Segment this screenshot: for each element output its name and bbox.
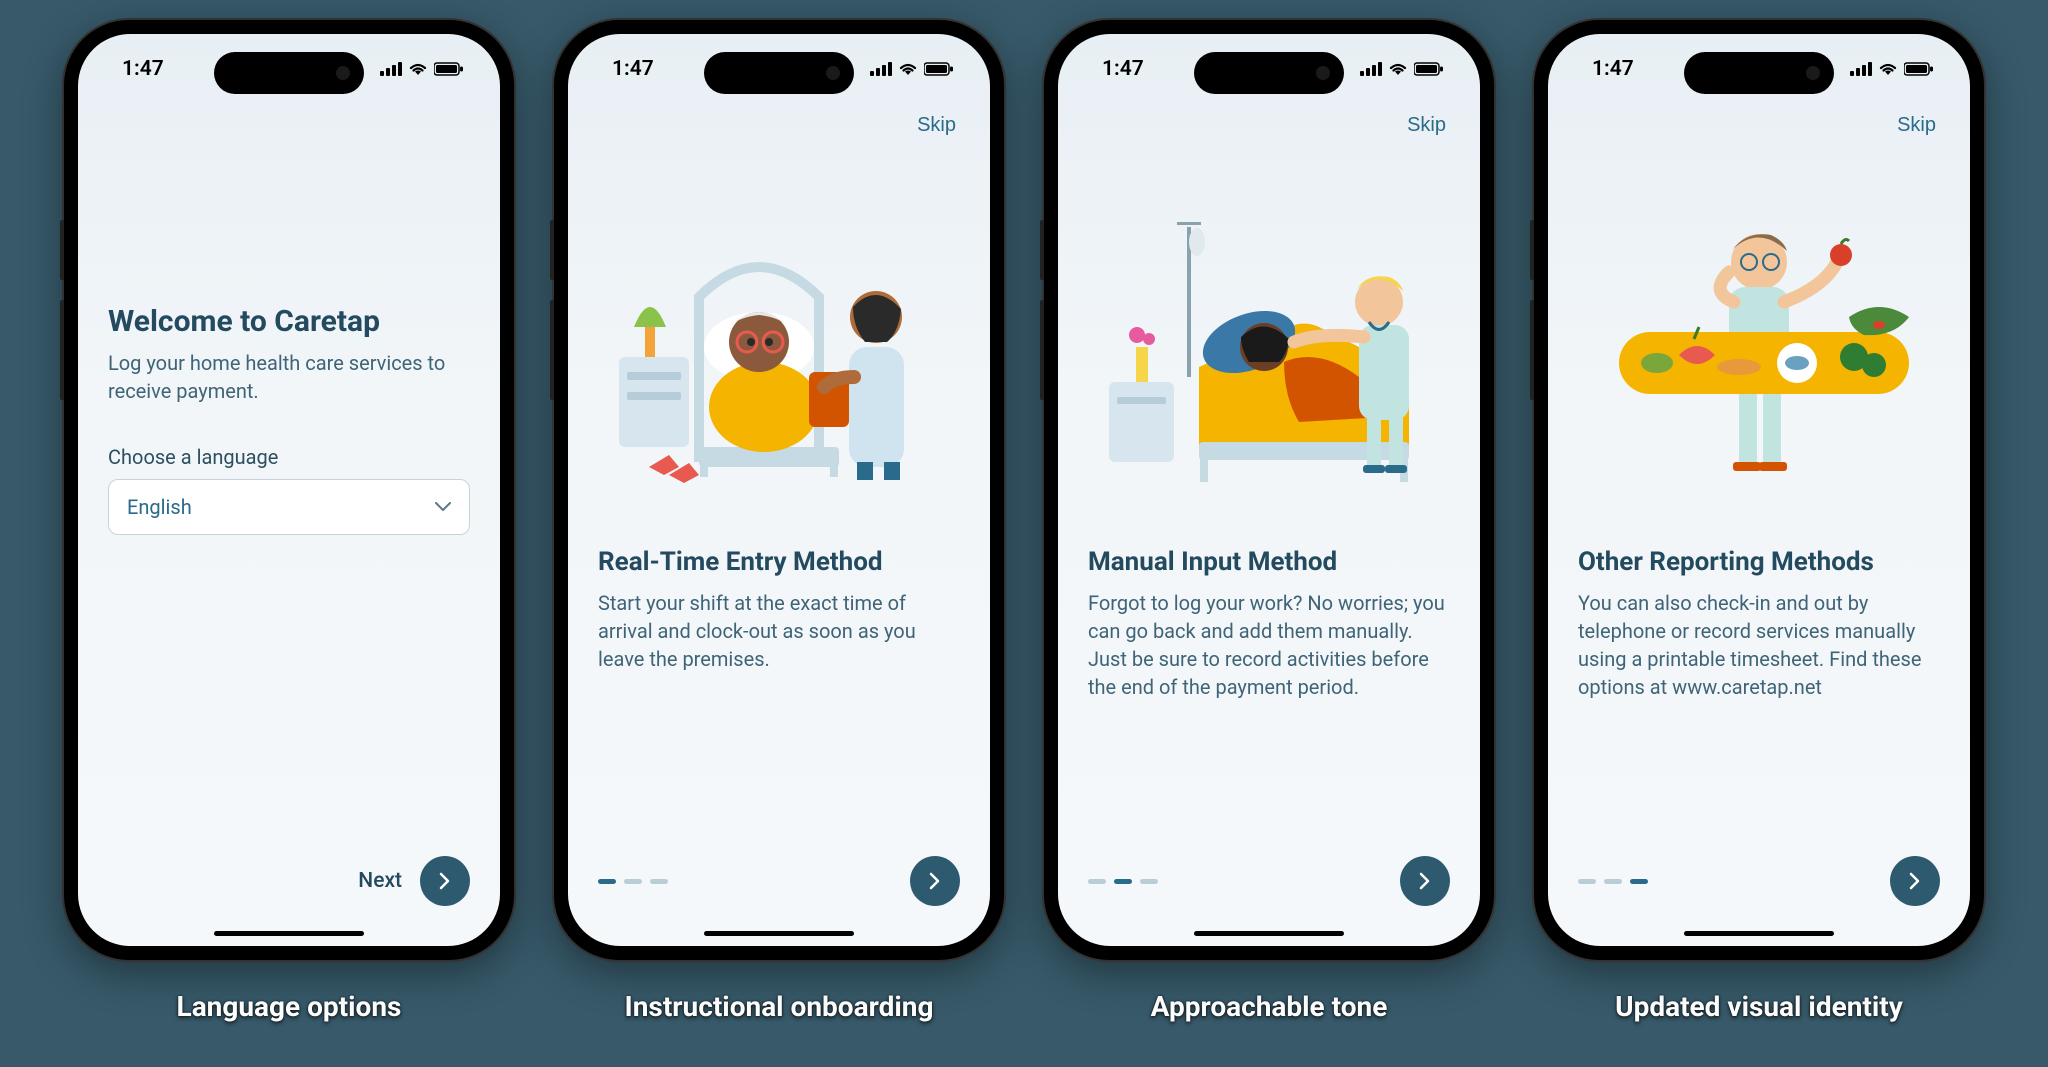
battery-icon (1414, 62, 1444, 76)
chevron-right-icon (1909, 872, 1921, 890)
status-time: 1:47 (612, 57, 654, 81)
phone-frame: 1:47 Skip (554, 20, 1004, 960)
patient-exam-illustration-icon (1089, 187, 1449, 487)
page-dots (598, 879, 668, 884)
page-dots (1578, 879, 1648, 884)
next-button[interactable] (910, 856, 960, 906)
chevron-right-icon (929, 872, 941, 890)
dynamic-island (1684, 52, 1834, 94)
status-icons (870, 62, 954, 76)
status-time: 1:47 (1102, 57, 1144, 81)
screen-welcome: 1:47 Welcome to Caretap Log your home he… (78, 34, 500, 946)
welcome-body: Log your home health care services to re… (108, 349, 470, 405)
dynamic-island (214, 52, 364, 94)
wifi-icon (408, 62, 428, 76)
next-button[interactable] (1400, 856, 1450, 906)
status-icons (1360, 62, 1444, 76)
footer (1578, 856, 1940, 906)
nutrition-tray-illustration-icon (1579, 177, 1939, 497)
onboarding-illustration (1088, 157, 1450, 517)
home-indicator (214, 931, 364, 936)
dynamic-island (704, 52, 854, 94)
status-time: 1:47 (122, 57, 164, 81)
phone-frame: 1:47 Welcome to Caretap Log your home he… (64, 20, 514, 960)
phones-row: 1:47 Welcome to Caretap Log your home he… (64, 20, 1984, 960)
screen-realtime: 1:47 Skip (568, 34, 990, 946)
caption: Approachable tone (1044, 990, 1494, 1023)
page-dot (1604, 879, 1622, 884)
phone-frame: 1:47 Skip (1044, 20, 1494, 960)
next-label: Next (358, 869, 402, 893)
home-indicator (1194, 931, 1344, 936)
onboarding-illustration (1578, 157, 1940, 517)
footer (598, 856, 960, 906)
skip-row: Skip (598, 104, 960, 137)
home-indicator (704, 931, 854, 936)
dynamic-island (1194, 52, 1344, 94)
status-icons (1850, 62, 1934, 76)
welcome-block: Welcome to Caretap Log your home health … (108, 304, 470, 535)
caption: Updated visual identity (1534, 990, 1984, 1023)
phone-frame: 1:47 Skip (1534, 20, 1984, 960)
wifi-icon (898, 62, 918, 76)
skip-button[interactable]: Skip (1407, 114, 1446, 137)
choose-language-label: Choose a language (108, 445, 470, 469)
skip-button[interactable]: Skip (917, 114, 956, 137)
status-icons (380, 62, 464, 76)
content-area: Skip (1548, 104, 1970, 946)
skip-row: Skip (1088, 104, 1450, 137)
language-select-value: English (127, 495, 192, 519)
next-button[interactable] (420, 856, 470, 906)
home-indicator (1684, 931, 1834, 936)
next-button[interactable] (1890, 856, 1940, 906)
footer (1088, 856, 1450, 906)
cellular-icon (1360, 62, 1382, 76)
page-dot (1088, 879, 1106, 884)
battery-icon (1904, 62, 1934, 76)
chevron-down-icon (435, 502, 451, 512)
welcome-title: Welcome to Caretap (108, 304, 470, 339)
caption: Language options (64, 990, 514, 1023)
cellular-icon (380, 62, 402, 76)
page-dot (598, 879, 616, 884)
onboarding-title: Real-Time Entry Method (598, 547, 960, 577)
wifi-icon (1878, 62, 1898, 76)
nurse-bedside-illustration-icon (609, 177, 949, 497)
footer: Next (108, 856, 470, 906)
onboarding-body: Start your shift at the exact time of ar… (598, 589, 960, 673)
page-dots (1088, 879, 1158, 884)
wifi-icon (1388, 62, 1408, 76)
onboarding-title: Manual Input Method (1088, 547, 1450, 577)
page-dot (624, 879, 642, 884)
chevron-right-icon (439, 872, 451, 890)
battery-icon (924, 62, 954, 76)
cellular-icon (1850, 62, 1872, 76)
status-time: 1:47 (1592, 57, 1634, 81)
chevron-right-icon (1419, 872, 1431, 890)
onboarding-body: Forgot to log your work? No worries; you… (1088, 589, 1450, 701)
battery-icon (434, 62, 464, 76)
skip-button[interactable]: Skip (1897, 114, 1936, 137)
screen-other: 1:47 Skip (1548, 34, 1970, 946)
caption: Instructional onboarding (554, 990, 1004, 1023)
onboarding-title: Other Reporting Methods (1578, 547, 1940, 577)
page-dot (650, 879, 668, 884)
content-area: Skip (568, 104, 990, 946)
page-dot (1578, 879, 1596, 884)
content-area: Welcome to Caretap Log your home health … (78, 104, 500, 946)
content-area: Skip (1058, 104, 1480, 946)
skip-row: Skip (1578, 104, 1940, 137)
cellular-icon (870, 62, 892, 76)
onboarding-illustration (598, 157, 960, 517)
language-select[interactable]: English (108, 479, 470, 535)
page-dot (1630, 879, 1648, 884)
page-dot (1114, 879, 1132, 884)
onboarding-body: You can also check-in and out by telepho… (1578, 589, 1940, 701)
captions-row: Language options Instructional onboardin… (64, 990, 1984, 1023)
screen-manual: 1:47 Skip (1058, 34, 1480, 946)
page-dot (1140, 879, 1158, 884)
